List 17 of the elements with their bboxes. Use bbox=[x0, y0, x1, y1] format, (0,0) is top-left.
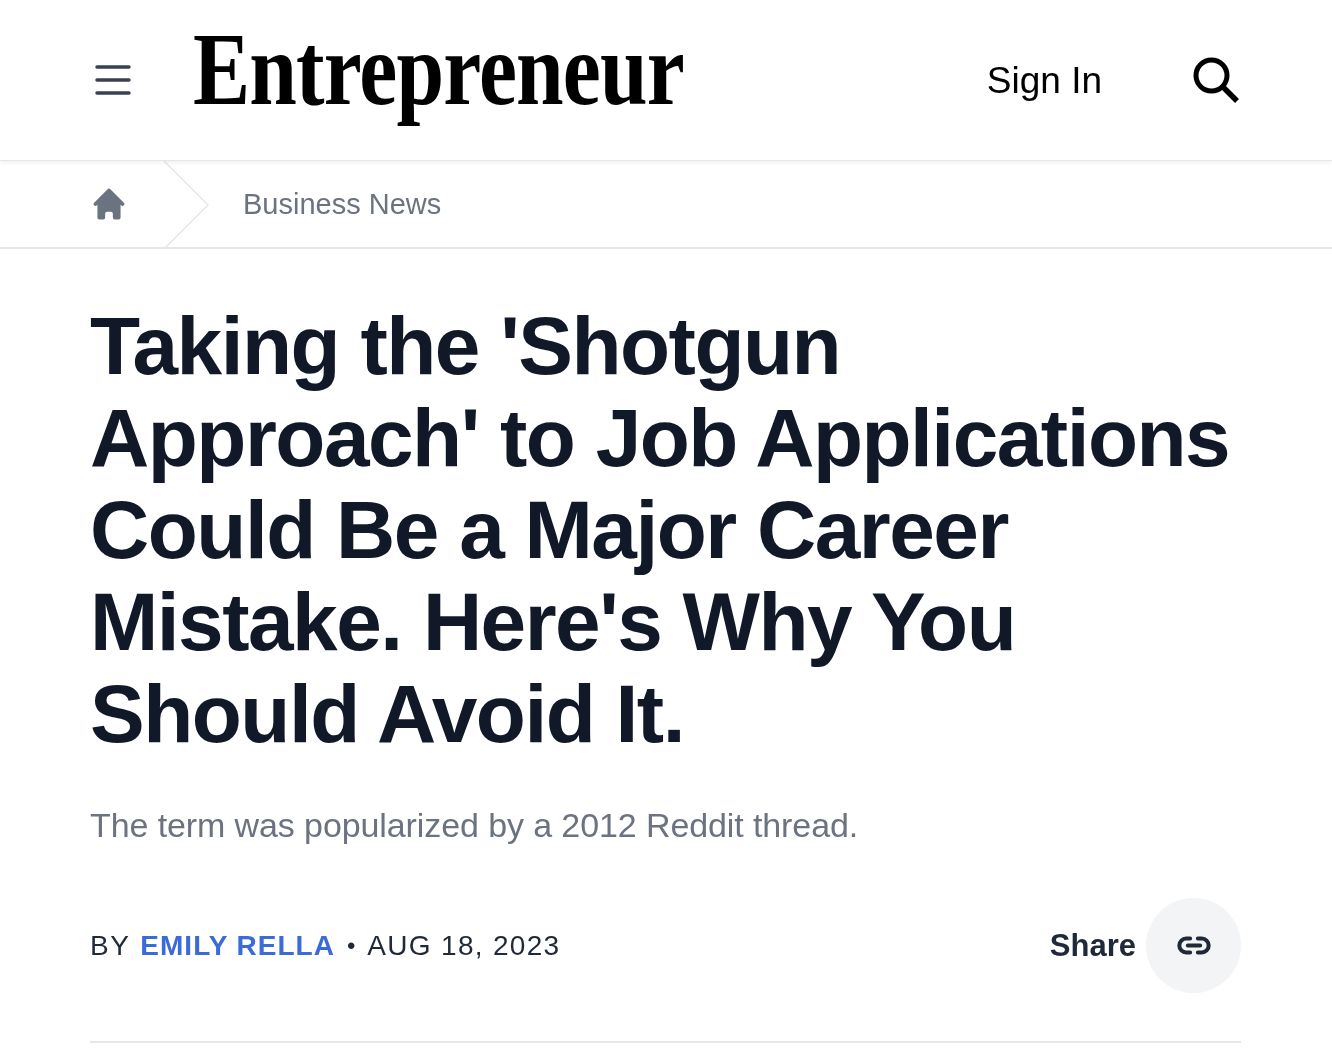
link-icon bbox=[1176, 936, 1211, 955]
article-subtitle: The term was popularized by a 2012 Reddit thread. bbox=[90, 805, 859, 846]
breadcrumb-link[interactable]: Business News bbox=[243, 189, 442, 219]
home-icon bbox=[93, 188, 125, 220]
menu-icon bbox=[95, 65, 131, 95]
author-link[interactable]: EMILY RELLA bbox=[140, 927, 335, 964]
sign-in-link[interactable]: Sign In bbox=[986, 61, 1102, 99]
byline-separator: • bbox=[346, 930, 356, 961]
share-label: Share bbox=[1049, 927, 1136, 964]
menu-button[interactable] bbox=[95, 64, 131, 96]
search-button[interactable] bbox=[1193, 57, 1239, 103]
publish-date: AUG 18, 2023 bbox=[367, 928, 561, 963]
byline-prefix: BY bbox=[90, 928, 131, 963]
search-icon bbox=[1193, 57, 1239, 103]
logo[interactable]: Entrepreneur bbox=[193, 9, 684, 129]
article-title: Taking the 'Shotgun Approach' to Job Applications Could Be a Major Career Mistake. Here's Why You Should Avoid It. bbox=[90, 300, 1231, 760]
home-link[interactable] bbox=[93, 188, 125, 220]
